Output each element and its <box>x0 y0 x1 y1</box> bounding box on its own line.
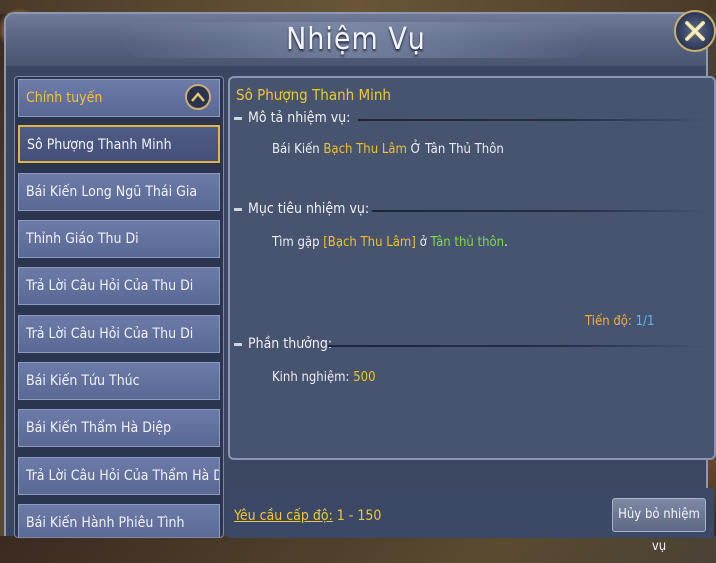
divider <box>372 210 710 212</box>
reward-value: 500 <box>353 370 376 385</box>
quest-item[interactable]: Bái Kiến Hành Phiêu Tình <box>18 504 220 537</box>
quest-item[interactable]: Bái Kiến Thẩm Hà Diệp <box>18 409 220 447</box>
quest-category-main[interactable]: Chính tuyến <box>18 79 220 117</box>
description-text: Bái Kiến Bạch Thu Lâm Ở Tân Thủ Thôn <box>272 142 504 157</box>
quest-item[interactable]: Bái Kiến Tứu Thúc <box>18 362 220 400</box>
chevron-up-icon[interactable] <box>185 84 211 110</box>
window-title: Nhiệm Vụ <box>286 22 426 57</box>
cancel-quest-button[interactable]: Hủy bỏ nhiệm vụ <box>612 498 706 554</box>
quest-detail-panel: Sô Phượng Thanh Minh Mô tả nhiệm vụ: Bái… <box>228 76 716 460</box>
objective-heading: Mục tiêu nhiệm vụ: <box>233 201 370 217</box>
quest-item[interactable]: Trả Lời Câu Hỏi Của Thu Di <box>18 267 220 305</box>
quest-list[interactable]: Chính tuyến Sô Phượng Thanh Minh Bái Kiế… <box>14 76 224 538</box>
quest-title: Sô Phượng Thanh Minh <box>236 86 391 104</box>
description-heading: Mô tả nhiệm vụ: <box>233 110 351 126</box>
title-bar: Nhiệm Vụ <box>6 14 706 66</box>
quest-item[interactable]: Thỉnh Giáo Thu Di <box>18 220 220 258</box>
category-label: Chính tuyến <box>26 90 103 106</box>
quest-footer: Yêu cầu cấp độ: 1 - 150 Hủy bỏ nhiệm vụ <box>228 488 714 554</box>
quest-item[interactable]: Trả Lời Câu Hỏi Của Thẩm Hà Diệp <box>18 457 220 495</box>
quest-item[interactable]: Sô Phượng Thanh Minh <box>18 125 220 163</box>
progress-value: 1/1 <box>635 314 655 329</box>
location-link[interactable]: Tân thủ thôn <box>430 235 504 250</box>
reward-heading: Phần thưởng: <box>233 336 333 352</box>
progress-indicator: Tiến độ: 1/1 <box>585 314 655 329</box>
level-requirement: Yêu cầu cấp độ: 1 - 150 <box>234 508 382 524</box>
close-button[interactable] <box>674 10 716 52</box>
npc-link[interactable]: Bạch Thu Lâm <box>323 142 407 157</box>
objective-text: Tìm gặp [Bạch Thu Lâm] ở Tân thủ thôn. <box>272 235 508 250</box>
quest-item[interactable]: Bái Kiến Long Ngũ Thái Gia <box>18 173 220 211</box>
quest-window: Nhiệm Vụ Chính tuyến Sô Phượng Thanh Min… <box>4 12 716 554</box>
divider <box>358 119 710 121</box>
reward-text: Kinh nghiệm: 500 <box>272 370 376 385</box>
npc-link[interactable]: [Bạch Thu Lâm] <box>323 235 416 250</box>
quest-item[interactable]: Trả Lời Câu Hỏi Của Thu Di <box>18 315 220 353</box>
close-icon <box>685 21 705 41</box>
divider <box>328 345 710 347</box>
